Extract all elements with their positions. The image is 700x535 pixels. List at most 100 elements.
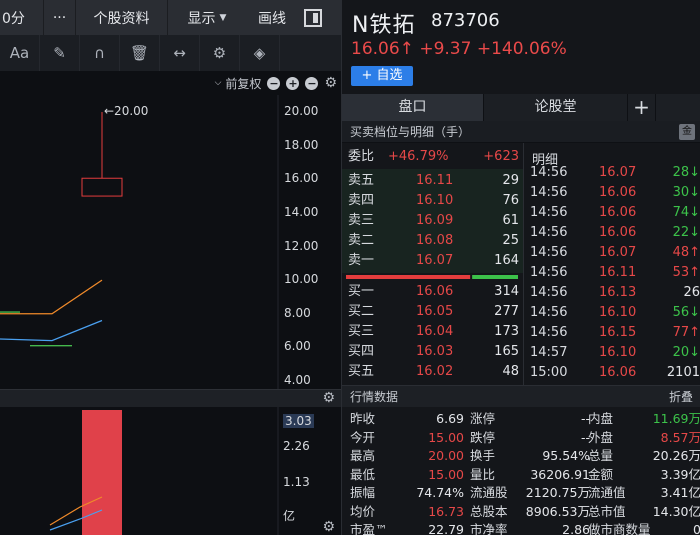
tick-row: 14:56 16.15 77↑ bbox=[524, 323, 700, 343]
tick-price: 16.15 bbox=[599, 325, 637, 340]
tick-time: 14:56 bbox=[530, 325, 568, 340]
gear-icon[interactable]: ⚙ bbox=[324, 75, 337, 91]
buy-level-label: 买三 bbox=[348, 324, 375, 339]
price-tick-label: 8.00 bbox=[284, 305, 311, 320]
text-tool-icon[interactable]: Aa bbox=[0, 35, 40, 71]
price-chart[interactable]: 20.00 18.00 16.00 14.00 12.00 10.00 8.00 6.00 4.… bbox=[0, 95, 341, 390]
sell-level-price: 16.10 bbox=[416, 193, 454, 208]
tick-row: 14:56 16.11 53↑ bbox=[524, 263, 700, 283]
magnet-tool-icon[interactable]: ∩ bbox=[80, 35, 120, 71]
price-tick-label: 6.00 bbox=[284, 339, 311, 354]
trash-icon[interactable]: 🗑 bbox=[120, 35, 160, 71]
fold-button[interactable]: 折叠 bbox=[669, 386, 693, 408]
add-watchlist-button[interactable]: + 自选 bbox=[351, 66, 413, 86]
minus-circle-icon[interactable]: − bbox=[305, 76, 319, 90]
draw-label: 画线 bbox=[258, 10, 286, 27]
quote-grid: 昨收 6.69 涨停 -- 内盘 11.69万 今开 15.00 跌停 -- 外盘 8.57万 最高 20… bbox=[342, 407, 700, 535]
quote-pane: N铁拓 873706 16.06↑ +9.37 +140.06% + 自选 盘口… bbox=[341, 0, 700, 535]
chart-divider: ⚙ bbox=[0, 389, 341, 407]
add-tab-button[interactable]: + bbox=[628, 94, 656, 121]
sell-level-row[interactable]: 卖四 16.10 76 bbox=[342, 191, 523, 211]
tick-price: 16.10 bbox=[599, 305, 637, 320]
buy-level-volume: 48 bbox=[502, 364, 519, 379]
quote-header: 行情数据 折叠 bbox=[342, 385, 700, 407]
sell-level-volume: 25 bbox=[502, 233, 519, 248]
buy-level-row[interactable]: 买二 16.05 277 bbox=[342, 302, 523, 322]
quote-label: 最低 bbox=[350, 466, 376, 482]
sell-level-row[interactable]: 卖五 16.11 29 bbox=[342, 171, 523, 191]
quote-label: 换手 bbox=[470, 448, 496, 463]
sell-level-row[interactable]: 卖三 16.09 61 bbox=[342, 211, 523, 231]
tab-forum[interactable]: 论股堂 bbox=[484, 94, 628, 121]
volume-chart[interactable]: 3.03 2.26 1.13 亿 ⚙ bbox=[0, 407, 341, 535]
volume-tick-label: 亿 bbox=[283, 509, 296, 523]
last-price: 16.06↑ bbox=[351, 39, 414, 59]
quote-value: 3.41亿 bbox=[660, 485, 700, 500]
minus-circle-icon[interactable]: − bbox=[267, 76, 281, 90]
sell-level-row[interactable]: 卖二 16.08 25 bbox=[342, 231, 523, 251]
price-tick-label: 4.00 bbox=[284, 373, 311, 387]
resize-horizontal-icon[interactable]: ↔ bbox=[160, 35, 200, 71]
tab-orderbook[interactable]: 盘口 bbox=[342, 94, 484, 121]
adjust-mode[interactable]: 前复权 bbox=[225, 75, 261, 92]
period-label: 0分 bbox=[2, 10, 25, 27]
gear-icon[interactable]: ⚙ bbox=[322, 390, 335, 406]
layout-toggle-icon[interactable] bbox=[304, 8, 322, 27]
eraser-tool-icon[interactable]: ✎ bbox=[40, 35, 80, 71]
profile-button[interactable]: 个股资料 bbox=[76, 0, 168, 35]
stock-app: 0分 ··· 个股资料 显示 ▼ 画线 Aa ✎ ∩ 🗑 ↔ ⚙ ◈ ⌵ 前复权 … bbox=[0, 0, 700, 535]
draw-line-button[interactable]: 画线 bbox=[246, 0, 298, 35]
tick-time: 14:56 bbox=[530, 185, 568, 200]
sell-level-row[interactable]: 卖一 16.07 164 bbox=[342, 251, 523, 271]
buy-level-label: 买二 bbox=[348, 304, 375, 319]
price-tick-label: 12.00 bbox=[284, 238, 319, 253]
quote-label: 均价 bbox=[350, 503, 376, 519]
display-dropdown[interactable]: 显示 ▼ bbox=[168, 0, 246, 35]
quote-label: 内盘 bbox=[588, 411, 614, 426]
price-tick-label: 14.00 bbox=[284, 204, 319, 219]
quote-value: 2.86 bbox=[562, 522, 590, 535]
buy-level-price: 16.02 bbox=[416, 364, 454, 379]
order-book: 委比 +46.79% +623 卖五 16.11 29 卖四 16.10 76 卖三 16.0… bbox=[342, 143, 523, 385]
gear-icon[interactable]: ⚙ bbox=[322, 519, 335, 535]
trade-ticks[interactable]: 明细 14:56 16.07 28↓ 14:56 16.06 30↓ 14:56 16.06 7… bbox=[523, 143, 700, 385]
gold-badge-icon[interactable]: 金 bbox=[679, 124, 695, 140]
buy-level-volume: 165 bbox=[494, 344, 519, 359]
quote-label: 跌停 bbox=[470, 429, 496, 445]
quote-label: 金额 bbox=[588, 466, 614, 482]
tick-volume: 20↓ bbox=[672, 345, 700, 360]
tick-price: 16.06 bbox=[599, 185, 637, 200]
buy-level-row[interactable]: 买三 16.04 173 bbox=[342, 322, 523, 342]
moving-average-line bbox=[0, 279, 103, 315]
layers-icon[interactable]: ◈ bbox=[240, 35, 280, 71]
buy-level-volume: 277 bbox=[494, 304, 519, 319]
tick-volume: 48↑ bbox=[672, 245, 700, 260]
quote-value: 15.00 bbox=[428, 466, 464, 482]
sell-level-price: 16.09 bbox=[416, 213, 454, 228]
more-button[interactable]: ··· bbox=[44, 0, 76, 35]
candle-body[interactable] bbox=[81, 177, 123, 197]
tick-time: 14:56 bbox=[530, 285, 568, 300]
sell-level-price: 16.11 bbox=[416, 173, 454, 188]
buy-level-row[interactable]: 买五 16.02 48 bbox=[342, 362, 523, 382]
quote-value: 20.26万 bbox=[652, 448, 700, 463]
quote-value: 14.30亿 bbox=[652, 503, 700, 519]
buy-level-row[interactable]: 买四 16.03 165 bbox=[342, 342, 523, 362]
tick-price: 16.10 bbox=[599, 345, 637, 360]
quote-value: 22.79 bbox=[428, 522, 464, 535]
section-title: 买卖档位与明细（手） 金 bbox=[342, 121, 700, 143]
quote-value: 16.73 bbox=[428, 503, 464, 519]
sell-level-label: 卖四 bbox=[348, 193, 375, 208]
tick-time: 14:56 bbox=[530, 305, 568, 320]
sell-ratio-segment bbox=[472, 275, 518, 279]
settings-icon[interactable]: ⚙ bbox=[200, 35, 240, 71]
quote-label: 昨收 bbox=[350, 411, 376, 426]
tick-time: 14:56 bbox=[530, 225, 568, 240]
buy-level-row[interactable]: 买一 16.06 314 bbox=[342, 282, 523, 302]
period-selector[interactable]: 0分 bbox=[0, 0, 44, 35]
quote-value: 11.69万 bbox=[652, 411, 700, 426]
moving-average-line bbox=[0, 319, 103, 342]
quote-label: 做市商数量 bbox=[588, 522, 651, 535]
plus-circle-icon[interactable]: + bbox=[286, 76, 300, 90]
quote-value: 3.39亿 bbox=[660, 466, 700, 482]
